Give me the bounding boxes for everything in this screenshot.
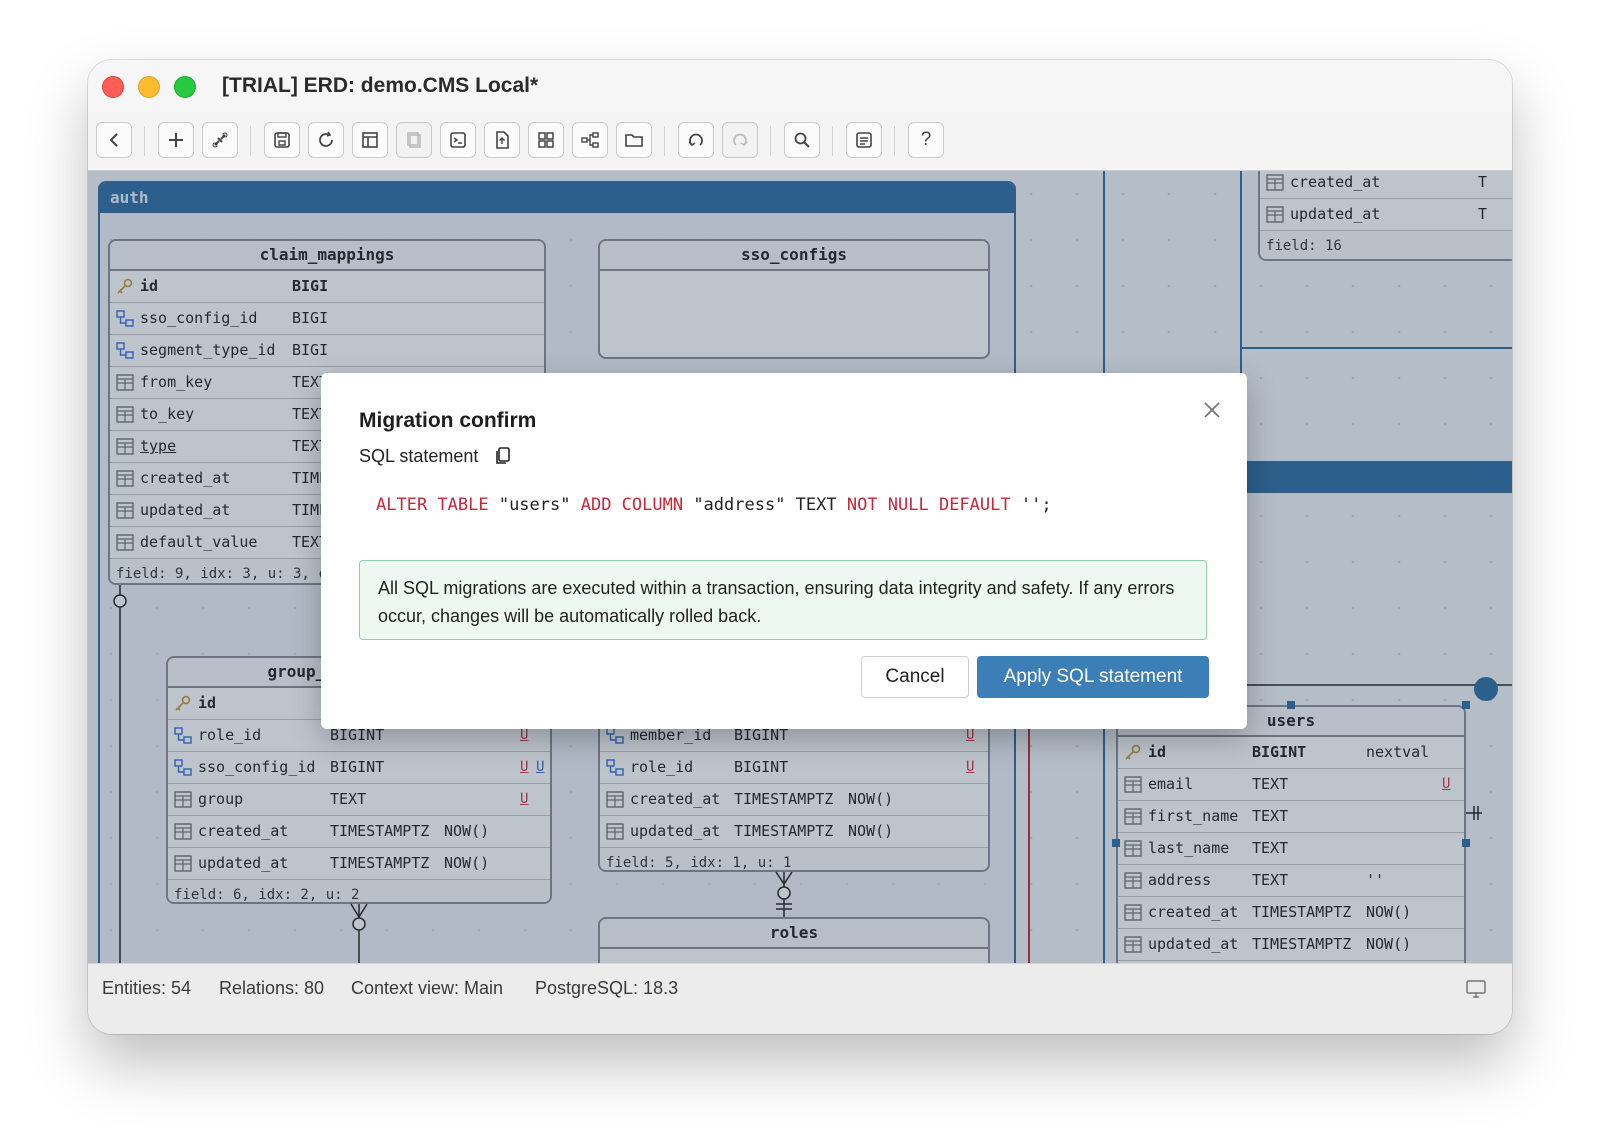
migration-confirm-dialog: Migration confirm SQL statement ALTER TA…: [321, 373, 1247, 729]
grid-icon[interactable]: [528, 122, 564, 158]
status-bar: Entities: 54 Relations: 80 Context view:…: [88, 963, 1512, 1034]
add-icon[interactable]: [158, 122, 194, 158]
help-icon[interactable]: ?: [908, 122, 944, 158]
sql-code: ALTER TABLE "users" ADD COLUMN "address"…: [376, 495, 1052, 515]
layout-icon[interactable]: [352, 122, 388, 158]
folder-icon[interactable]: [616, 122, 652, 158]
context-view[interactable]: Context view: Main: [351, 978, 503, 999]
notes-icon[interactable]: [846, 122, 882, 158]
sql-statement-label: SQL statement: [359, 446, 479, 466]
app-window: [TRIAL] ERD: demo.CMS Local* ? auth crea…: [88, 60, 1512, 1034]
dialog-title: Migration confirm: [359, 409, 537, 432]
terminal-icon[interactable]: [440, 122, 476, 158]
copy-icon[interactable]: [495, 447, 511, 465]
save-icon[interactable]: [264, 122, 300, 158]
apply-sql-button[interactable]: Apply SQL statement: [977, 656, 1209, 698]
relations-count: Relations: 80: [219, 978, 325, 998]
db-version: PostgreSQL: 18.3: [535, 978, 679, 998]
erd-canvas[interactable]: auth created_at T updated_at T field: 16…: [88, 171, 1512, 963]
back-icon[interactable]: [96, 122, 132, 158]
zoom-window-button[interactable]: [174, 76, 196, 98]
refresh-icon[interactable]: [308, 122, 344, 158]
connect-icon[interactable]: [202, 122, 238, 158]
cancel-button[interactable]: Cancel: [861, 656, 969, 698]
window-title: [TRIAL] ERD: demo.CMS Local*: [222, 74, 539, 97]
monitor-icon[interactable]: [1466, 980, 1486, 998]
entities-count: Entities: 54: [102, 978, 192, 998]
close-icon[interactable]: [1201, 399, 1223, 421]
redo-icon[interactable]: [722, 122, 758, 158]
minimize-window-button[interactable]: [138, 76, 160, 98]
undo-icon[interactable]: [678, 122, 714, 158]
close-window-button[interactable]: [102, 76, 124, 98]
search-icon[interactable]: [784, 122, 820, 158]
transaction-note: All SQL migrations are executed within a…: [359, 560, 1207, 640]
export-icon[interactable]: [484, 122, 520, 158]
tree-icon[interactable]: [572, 122, 608, 158]
title-bar: [TRIAL] ERD: demo.CMS Local*: [88, 60, 1512, 113]
copy-icon[interactable]: [396, 122, 432, 158]
toolbar: ?: [88, 112, 1512, 171]
